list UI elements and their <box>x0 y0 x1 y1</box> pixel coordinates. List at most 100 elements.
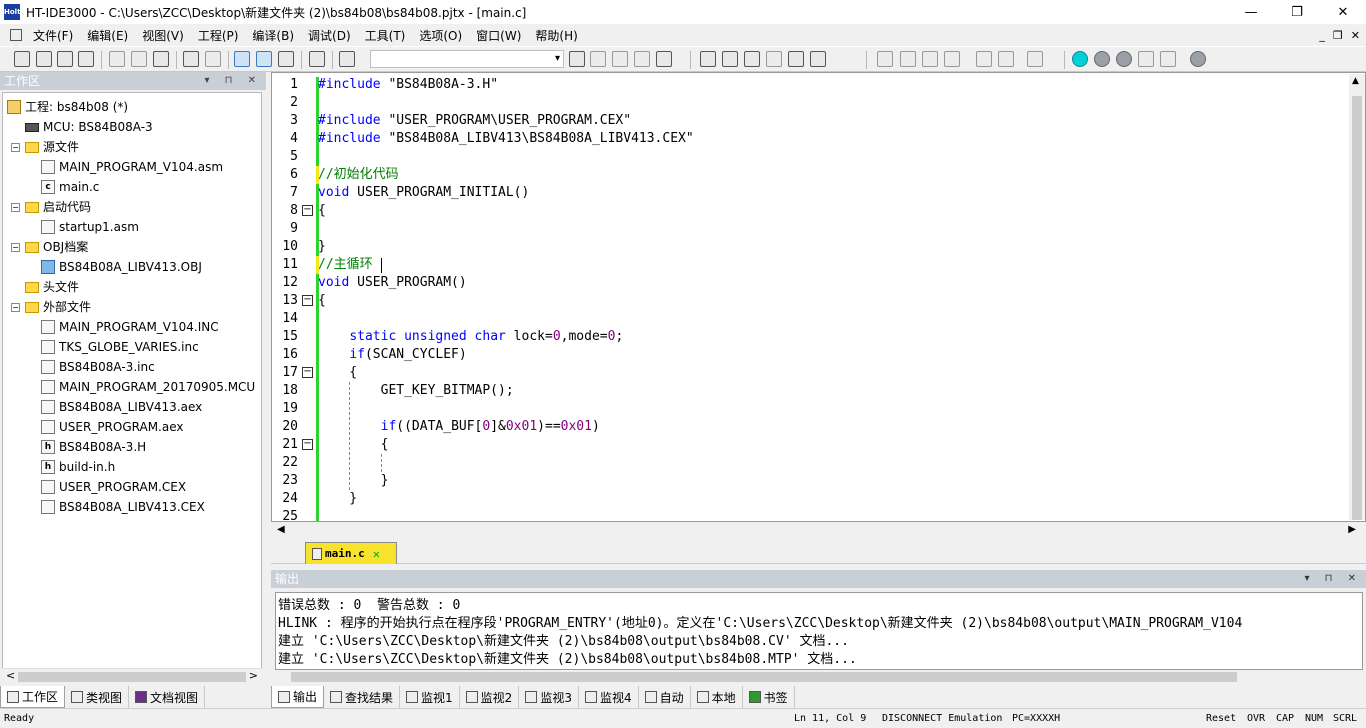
build-icon[interactable] <box>722 51 738 67</box>
close-tab-icon[interactable]: ✕ <box>373 547 380 561</box>
menu-file[interactable]: 文件(F) <box>26 27 80 44</box>
paste-icon[interactable] <box>153 51 169 67</box>
new-file-icon[interactable] <box>14 51 30 67</box>
power-reset-icon[interactable] <box>998 51 1014 67</box>
fold-toggle-icon[interactable]: − <box>302 439 313 450</box>
undo-icon[interactable] <box>183 51 199 67</box>
tree-item[interactable]: 头文件 <box>11 277 79 297</box>
run-to-cursor-icon[interactable] <box>944 51 960 67</box>
tree-item[interactable]: 工程: bs84b08 (*) <box>7 97 128 117</box>
toggle-breakpoint-icon[interactable] <box>1094 51 1110 67</box>
trash-icon[interactable] <box>1027 51 1043 67</box>
rebuild-icon[interactable] <box>744 51 760 67</box>
workspace-hscroll-thumb[interactable] <box>18 672 246 682</box>
menu-debug[interactable]: 调试(D) <box>301 27 358 44</box>
disable-breakpoint-icon[interactable] <box>1138 51 1154 67</box>
tree-item[interactable]: MCU: BS84B08A-3 <box>11 117 153 137</box>
code-line[interactable]: } <box>318 490 357 508</box>
doc-minimize-button[interactable]: _ <box>1319 29 1325 42</box>
editor-scroll-left-icon[interactable]: ◀ <box>277 524 285 535</box>
find-icon[interactable] <box>569 51 585 67</box>
breakpoint-list-icon[interactable] <box>1190 51 1206 67</box>
clear-breakpoints-icon[interactable] <box>1160 51 1176 67</box>
tree-item[interactable]: BS84B08A_LIBV413.OBJ <box>41 257 202 277</box>
goto-icon[interactable] <box>634 51 650 67</box>
tree-item[interactable]: startup1.asm <box>41 217 139 237</box>
menu-project[interactable]: 工程(P) <box>191 27 246 44</box>
code-line[interactable]: //初始化代码 <box>318 166 399 184</box>
menu-options[interactable]: 选项(O) <box>412 27 469 44</box>
output-header-controls[interactable]: ▾ ⊓ ✕ <box>1304 570 1362 588</box>
forward-arrow-icon[interactable] <box>612 51 628 67</box>
tab-workspace[interactable]: 工作区 <box>0 686 66 708</box>
expand-toggle-icon[interactable]: − <box>11 202 20 212</box>
code-editor[interactable]: 1 #include "BS84B08A-3.H" 2 3 #include "USER… <box>271 72 1366 524</box>
find-combo[interactable] <box>370 50 564 68</box>
tree-item[interactable]: − OBJ档案 <box>11 237 88 257</box>
tree-item[interactable]: − 启动代码 <box>11 197 91 217</box>
menu-edit[interactable]: 编辑(E) <box>80 27 135 44</box>
editor-scroll-right-icon[interactable]: ▶ <box>1348 524 1356 535</box>
fold-toggle-icon[interactable]: − <box>302 367 313 378</box>
tree-item[interactable]: h BS84B08A-3.H <box>41 437 146 457</box>
editor-vscroll-thumb[interactable] <box>1352 96 1362 520</box>
code-line[interactable]: #include "BS84B08A_LIBV413\BS84B08A_LIBV… <box>318 130 694 148</box>
tab-class-view[interactable]: 类视图 <box>65 686 130 708</box>
tree-item[interactable]: h build-in.h <box>41 457 115 477</box>
tab-main-c[interactable]: main.c ✕ <box>305 542 397 564</box>
step-into-icon[interactable] <box>877 51 893 67</box>
minimize-button[interactable]: — <box>1228 0 1274 24</box>
tab-watch3[interactable]: 监视3 <box>519 686 579 708</box>
menu-build[interactable]: 编译(B) <box>245 27 301 44</box>
bug-icon[interactable] <box>810 51 826 67</box>
menu-tools[interactable]: 工具(T) <box>358 27 413 44</box>
code-line[interactable]: { <box>318 436 389 454</box>
tab-output[interactable]: 输出 <box>271 686 325 708</box>
redo-icon[interactable] <box>205 51 221 67</box>
workspace-toggle-icon[interactable] <box>234 51 250 67</box>
save-icon[interactable] <box>57 51 73 67</box>
output-hscroll-thumb[interactable] <box>291 672 1237 682</box>
compile-icon[interactable] <box>700 51 716 67</box>
find-in-files-icon[interactable] <box>339 51 355 67</box>
tree-item[interactable]: c main.c <box>41 177 99 197</box>
close-button[interactable]: ✕ <box>1320 0 1366 24</box>
expand-toggle-icon[interactable]: − <box>11 242 20 252</box>
code-line[interactable]: if((DATA_BUF[0]&0x01)==0x01) <box>318 418 600 436</box>
step-over-icon[interactable] <box>900 51 916 67</box>
output-text[interactable]: 错误总数 : 0 警告总数 : 0 HLINK : 程序的开始执行点在程序段'P… <box>275 592 1363 670</box>
open-folder-icon[interactable] <box>36 51 52 67</box>
back-arrow-icon[interactable] <box>590 51 606 67</box>
build-all-icon[interactable] <box>766 51 782 67</box>
editor-hscrollbar[interactable]: ◀ ▶ <box>271 522 1366 540</box>
expand-toggle-icon[interactable]: − <box>11 302 20 312</box>
code-line[interactable]: GET_KEY_BITMAP(); <box>318 382 514 400</box>
scroll-up-icon[interactable]: ▲ <box>1352 76 1359 86</box>
tab-find-results[interactable]: 查找结果 <box>324 686 401 708</box>
scroll-right-icon[interactable]: > <box>249 669 258 682</box>
menu-view[interactable]: 视图(V) <box>135 27 191 44</box>
scroll-left-icon[interactable]: < <box>6 669 15 682</box>
maximize-button[interactable]: ❐ <box>1274 0 1320 24</box>
save-all-icon[interactable] <box>78 51 94 67</box>
enable-breakpoint-icon[interactable] <box>1116 51 1132 67</box>
tab-bookmarks[interactable]: 书签 <box>743 686 795 708</box>
print-icon[interactable] <box>309 51 325 67</box>
tab-document-view[interactable]: 文档视图 <box>129 686 206 708</box>
code-line[interactable]: void USER_PROGRAM_INITIAL() <box>318 184 529 202</box>
window-layout-icon[interactable] <box>278 51 294 67</box>
fold-toggle-icon[interactable]: − <box>302 205 313 216</box>
code-line[interactable]: { <box>318 292 326 310</box>
code-line[interactable]: #include "BS84B08A-3.H" <box>318 76 498 94</box>
tab-auto[interactable]: 自动 <box>639 686 691 708</box>
tree-item[interactable]: MAIN_PROGRAM_V104.INC <box>41 317 219 337</box>
code-line[interactable]: } <box>318 238 326 256</box>
tree-item[interactable]: BS84B08A-3.inc <box>41 357 155 377</box>
tab-watch1[interactable]: 监视1 <box>400 686 460 708</box>
doc-close-button[interactable]: ✕ <box>1351 29 1360 42</box>
tree-item[interactable]: MAIN_PROGRAM_V104.asm <box>41 157 223 177</box>
tab-local[interactable]: 本地 <box>691 686 743 708</box>
help-icon[interactable] <box>656 51 672 67</box>
tree-item[interactable]: USER_PROGRAM.CEX <box>41 477 186 497</box>
workspace-hscrollbar[interactable]: < > <box>2 668 262 684</box>
